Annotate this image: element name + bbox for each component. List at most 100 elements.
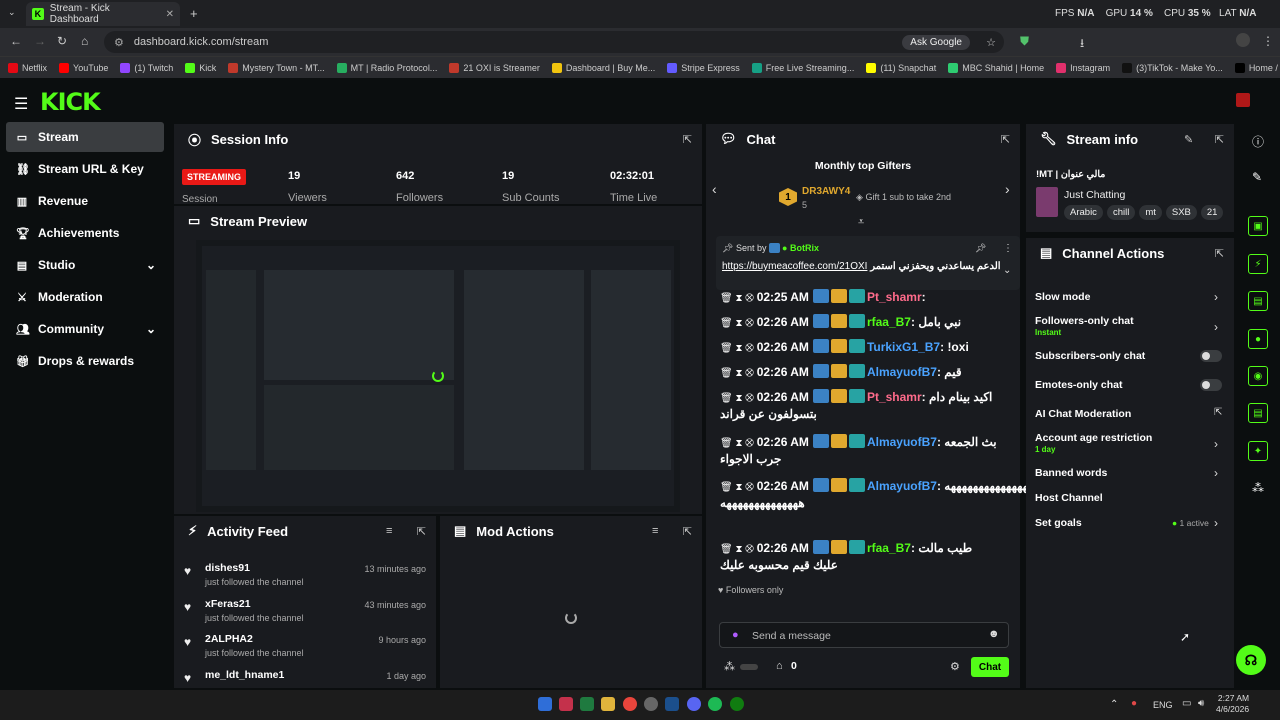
chrome-icon[interactable] xyxy=(623,697,637,711)
site-info-icon[interactable]: ⚙ xyxy=(114,36,124,49)
pencil-icon[interactable]: ✎ xyxy=(1252,170,1262,184)
bookmark-item[interactable]: Mystery Town - MT... xyxy=(228,62,325,73)
popout-icon[interactable]: ⇱ xyxy=(1215,133,1224,146)
address-bar[interactable]: ⚙ dashboard.kick.com/stream Ask Google ☆ xyxy=(104,31,1004,53)
delete-message-icon[interactable]: 🗑︎ xyxy=(720,293,735,304)
gift-prompt[interactable]: ◈ Gift 1 sub to take 2nd xyxy=(856,192,951,203)
chat-username[interactable]: TurkixG1_B7 xyxy=(867,340,940,354)
ban-icon[interactable]: ⛒ xyxy=(745,482,756,493)
forward-icon[interactable]: → xyxy=(34,34,46,48)
popout-icon[interactable]: ⇱ xyxy=(1215,247,1224,260)
ban-icon[interactable]: ⛒ xyxy=(745,343,756,354)
discord-icon[interactable] xyxy=(687,697,701,711)
action-banned-words[interactable]: Banned words xyxy=(1035,467,1107,479)
collapse-gifters-icon[interactable]: ⩡ xyxy=(858,216,864,229)
emotes-only-toggle[interactable] xyxy=(1200,379,1222,391)
community-icon[interactable]: ⁂ xyxy=(1252,481,1264,495)
category-name[interactable]: Just Chatting xyxy=(1064,189,1125,201)
rail-wrench-button[interactable]: ✦ xyxy=(1248,441,1268,461)
sidebar-item-studio[interactable]: ▤ Studio ⌄ xyxy=(6,250,164,280)
channel-points-icon[interactable]: ⁂ xyxy=(724,660,735,673)
ban-icon[interactable]: ⛒ xyxy=(745,438,756,449)
chevron-right-icon[interactable]: › xyxy=(1214,466,1218,480)
rail-lightning-button[interactable]: ⚡︎ xyxy=(1248,254,1268,274)
home-icon[interactable]: ⌂ xyxy=(81,34,88,48)
bookmark-item[interactable]: 21 OXI is Streamer xyxy=(449,62,540,73)
stream-tag[interactable]: mt xyxy=(1139,205,1162,220)
stream-tag[interactable]: SXB xyxy=(1165,205,1197,220)
rail-mod-button[interactable]: ▤ xyxy=(1248,403,1268,423)
kick-logo[interactable]: KICK xyxy=(40,88,101,116)
tab-close-icon[interactable]: ✕ xyxy=(166,9,174,20)
chat-username[interactable]: AlmayuofB7 xyxy=(867,435,937,449)
volume-icon[interactable]: 🔊︎ xyxy=(1198,698,1204,709)
timeout-icon[interactable]: ⧗ xyxy=(735,368,745,379)
chat-username[interactable]: Pt_shamr xyxy=(867,290,922,304)
bookmark-item[interactable]: Netflix xyxy=(8,62,47,73)
store-icon[interactable]: ⌂ xyxy=(776,660,783,672)
clock[interactable]: 2:27 AM 4/6/2026 xyxy=(1216,693,1249,715)
excel-icon[interactable] xyxy=(580,697,594,711)
chat-send-button[interactable]: Chat xyxy=(971,657,1009,677)
timeout-icon[interactable]: ⧗ xyxy=(735,293,745,304)
gifters-next-icon[interactable]: › xyxy=(1005,181,1010,197)
bookmark-item[interactable]: Free Live Streaming... xyxy=(751,62,854,73)
ban-icon[interactable]: ⛒ xyxy=(745,293,756,304)
rail-chat-button[interactable]: ● xyxy=(1248,329,1268,349)
timeout-icon[interactable]: ⧗ xyxy=(735,318,745,329)
chevron-right-icon[interactable]: › xyxy=(1214,290,1218,304)
emoji-icon[interactable]: ☻ xyxy=(988,628,1000,640)
filter-icon[interactable]: ≡ xyxy=(652,525,658,537)
info-icon[interactable]: ⓘ xyxy=(1252,133,1264,150)
action-set-goals[interactable]: Set goals xyxy=(1035,517,1082,529)
bookmark-item[interactable]: Instagram xyxy=(1056,62,1110,73)
ban-icon[interactable]: ⛒ xyxy=(745,544,756,555)
start-icon[interactable] xyxy=(538,697,552,711)
action-host-channel[interactable]: Host Channel xyxy=(1035,492,1103,504)
chevron-right-icon[interactable]: › xyxy=(1214,320,1218,334)
bookmark-item[interactable]: Kick xyxy=(185,62,216,73)
ban-icon[interactable]: ⛒ xyxy=(745,318,756,329)
delete-message-icon[interactable]: 🗑︎ xyxy=(720,318,735,329)
sidebar-item-drops-rewards[interactable]: 🎁︎ Drops & rewards xyxy=(6,346,164,376)
chat-username[interactable]: AlmayuofB7 xyxy=(867,365,937,379)
action-slow-mode[interactable]: Slow mode xyxy=(1035,291,1090,303)
bookmark-item[interactable]: (11) Snapchat xyxy=(866,62,936,73)
extension-shield-icon[interactable]: ⛊ xyxy=(1020,34,1029,49)
chat-username[interactable]: rfaa_B7 xyxy=(867,315,911,329)
popout-icon[interactable]: ⇱ xyxy=(1001,133,1010,146)
sidebar-item-stream-url-key[interactable]: ⛓ Stream URL & Key xyxy=(6,154,164,184)
ban-icon[interactable]: ⛒ xyxy=(745,393,756,404)
tray-chevron-icon[interactable]: ⌃ xyxy=(1110,699,1118,710)
delete-message-icon[interactable]: 🗑︎ xyxy=(720,343,735,354)
ban-icon[interactable]: ⛒ xyxy=(745,368,756,379)
chat-input[interactable]: ● Send a message ☻ xyxy=(719,622,1009,648)
stream-tag[interactable]: Arabic xyxy=(1064,205,1103,220)
user-avatar[interactable] xyxy=(1236,93,1250,107)
chat-settings-icon[interactable]: ⚙ xyxy=(950,660,960,673)
network-icon[interactable]: ▭ xyxy=(1182,698,1191,709)
timeout-icon[interactable]: ⧗ xyxy=(735,393,745,404)
bookmark-star-icon[interactable]: ☆ xyxy=(986,36,996,49)
external-link-icon[interactable]: ⇱ xyxy=(1214,407,1222,418)
timeout-icon[interactable]: ⧗ xyxy=(735,482,745,493)
expand-pinned-icon[interactable]: ⌄ xyxy=(1003,265,1011,276)
delete-message-icon[interactable]: 🗑︎ xyxy=(720,368,735,379)
rail-broadcast-button[interactable]: ◉ xyxy=(1248,366,1268,386)
bookmark-item[interactable]: YouTube xyxy=(59,62,108,73)
popout-icon[interactable]: ⇱ xyxy=(417,525,426,538)
rail-clipboard-button[interactable]: ▤ xyxy=(1248,291,1268,311)
pinned-link[interactable]: https://buymeacoffee.com/21OXI xyxy=(722,261,867,272)
bookmark-item[interactable]: (1) Twitch xyxy=(120,62,173,73)
bookmark-item[interactable]: Stripe Express xyxy=(667,62,740,73)
xbox-icon[interactable] xyxy=(730,697,744,711)
chat-username[interactable]: Pt_shamr xyxy=(867,390,922,404)
sidebar-item-community[interactable]: 👥︎ Community ⌄ xyxy=(6,314,164,344)
spotify-icon[interactable] xyxy=(708,697,722,711)
bookmark-item[interactable]: MBC Shahid | Home xyxy=(948,62,1044,73)
file-explorer-icon[interactable] xyxy=(601,697,615,711)
app-icon[interactable] xyxy=(559,697,573,711)
subscribers-only-toggle[interactable] xyxy=(1200,350,1222,362)
sidebar-item-achievements[interactable]: 🏆︎ Achievements xyxy=(6,218,164,248)
unpin-icon[interactable]: 📌︎ xyxy=(975,243,986,254)
